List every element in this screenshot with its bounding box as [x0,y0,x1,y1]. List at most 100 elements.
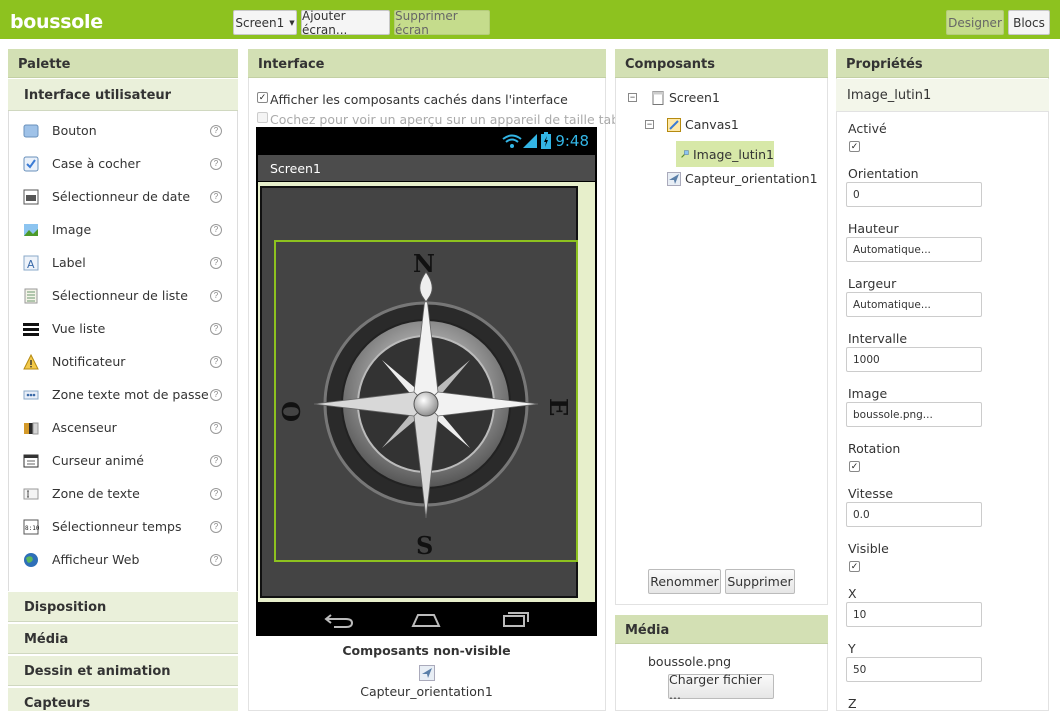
canvas1[interactable]: N S E O [260,186,578,598]
tree-item-image-sprite[interactable]: Image_lutin1 [676,141,774,167]
help-icon[interactable]: ? [210,553,222,566]
prop-visible-checkbox[interactable]: ✓ [849,561,860,572]
palette-item-bouton[interactable]: Bouton ? [9,114,237,147]
palette-category-sensors[interactable]: Capteurs [8,687,238,711]
palette-item-checkbox[interactable]: Case à cocher ? [9,147,237,180]
palette-category-media[interactable]: Média [8,623,238,654]
remove-screen-button[interactable]: Supprimer écran [394,9,490,37]
prop-heading-input[interactable]: 0 [846,182,982,207]
help-icon[interactable]: ? [210,388,222,401]
tablet-preview-checkbox[interactable] [257,112,268,123]
home-icon[interactable] [411,612,441,628]
image-sprite[interactable]: N S E O [274,240,578,562]
palette-category-layout[interactable]: Disposition [8,591,238,622]
prop-height-label: Hauteur [848,221,899,236]
delete-button[interactable]: Supprimer [725,569,795,594]
components-panel [615,49,828,605]
prop-enabled-checkbox[interactable]: ✓ [849,141,860,152]
compass-south-label: S [416,531,433,560]
tree-item-canvas1[interactable]: Canvas1 [667,117,739,132]
prop-z-label: Z [848,696,857,711]
phone-preview: 9:48 Screen1 N S E O [256,127,597,636]
listpicker-icon [24,288,38,303]
prop-rotates-checkbox[interactable]: ✓ [849,461,860,472]
prop-speed-input[interactable]: 0.0 [846,502,982,527]
tree-item-label: Screen1 [669,90,720,105]
palette-item-password[interactable]: Zone texte mot de passe ? [9,378,237,411]
prop-enabled-label: Activé [848,121,887,136]
palette-item-datepicker[interactable]: Sélectionneur de date ? [9,180,237,213]
help-icon[interactable]: ? [210,190,222,203]
palette-item-label: Vue liste [52,321,106,336]
help-icon[interactable]: ? [210,454,222,467]
datepicker-icon [23,189,39,204]
help-icon[interactable]: ? [210,322,222,335]
palette-item-listpicker[interactable]: Sélectionneur de liste ? [9,279,237,312]
prop-x-input[interactable]: 10 [846,602,982,627]
palette-item-notifier[interactable]: Notificateur ? [9,345,237,378]
tree-item-orientation-sensor[interactable]: Capteur_orientation1 [667,171,818,186]
help-icon[interactable]: ? [210,520,222,533]
palette-item-label: Bouton [52,123,97,138]
help-icon[interactable]: ? [210,124,222,137]
prop-speed-label: Vitesse [848,486,894,501]
designer-button[interactable]: Designer [946,10,1004,35]
palette-category-drawing[interactable]: Dessin et animation [8,655,238,686]
prop-width-input[interactable]: Automatique... [846,292,982,317]
blocks-button[interactable]: Blocs [1008,10,1050,35]
status-time: 9:48 [555,132,589,150]
help-icon[interactable]: ? [210,289,222,302]
status-bar: 9:48 [256,127,597,154]
recent-apps-icon[interactable] [501,610,531,628]
orientation-sensor-icon[interactable] [419,665,435,681]
help-icon[interactable]: ? [210,256,222,269]
palette-item-image[interactable]: Image ? [9,213,237,246]
properties-header: Propriétés [836,49,1049,78]
button-icon [23,124,39,137]
wifi-signal-icon [502,134,537,148]
help-icon[interactable]: ? [210,421,222,434]
add-screen-button[interactable]: Ajouter écran... [301,9,390,37]
rename-button[interactable]: Renommer [648,569,721,594]
orientation-sensor-icon [667,171,681,186]
screen-body[interactable]: N S E O [258,182,595,602]
palette-item-slider[interactable]: Ascenseur ? [9,411,237,444]
nonvisible-item-label: Capteur_orientation1 [360,684,493,699]
show-hidden-checkbox[interactable]: ✓ [257,92,268,103]
upload-file-button[interactable]: Charger fichier ... [668,672,774,702]
prop-height-input[interactable]: Automatique... [846,237,982,262]
show-hidden-label: Afficher les composants cachés dans l'in… [270,92,568,107]
battery-icon [541,132,551,149]
prop-heading-label: Orientation [848,166,919,181]
palette-section-ui[interactable]: Interface utilisateur [8,79,238,111]
prop-picture-input[interactable]: boussole.png... [846,402,982,427]
help-icon[interactable]: ? [210,223,222,236]
palette-item-timepicker[interactable]: 8:10 Sélectionneur temps ? [9,510,237,543]
collapse-screen1-icon[interactable]: − [628,93,637,102]
back-icon[interactable] [324,612,354,628]
compass-west-label: O [277,401,306,422]
palette-item-textbox[interactable]: Zone de texte ? [9,477,237,510]
media-file[interactable]: boussole.png [648,654,731,669]
palette-item-label: Sélectionneur temps [52,519,182,534]
screen-title-bar[interactable]: Screen1 [258,155,595,181]
help-icon[interactable]: ? [210,355,222,368]
palette-item-listview[interactable]: Vue liste ? [9,312,237,345]
palette-item-webviewer[interactable]: Afficheur Web ? [9,543,237,576]
help-icon[interactable]: ? [210,487,222,500]
prop-picture-label: Image [848,386,888,401]
tree-item-screen1[interactable]: Screen1 [651,90,720,105]
collapse-canvas1-icon[interactable]: − [645,120,654,129]
screen-select-label: Screen1 [235,15,285,30]
palette-item-label: Label [52,255,86,270]
help-icon[interactable]: ? [210,157,222,170]
palette-item-label[interactable]: A Label ? [9,246,237,279]
compass-east-label: E [544,398,573,416]
screen-select[interactable]: Screen1 ▼ [233,10,297,35]
compass-image: N S E O [277,249,573,560]
palette-item-spinner[interactable]: Curseur animé ? [9,444,237,477]
palette-item-label: Sélectionneur de liste [52,288,188,303]
prop-interval-input[interactable]: 1000 [846,347,982,372]
palette-item-label: Afficheur Web [52,552,140,567]
prop-y-input[interactable]: 50 [846,657,982,682]
